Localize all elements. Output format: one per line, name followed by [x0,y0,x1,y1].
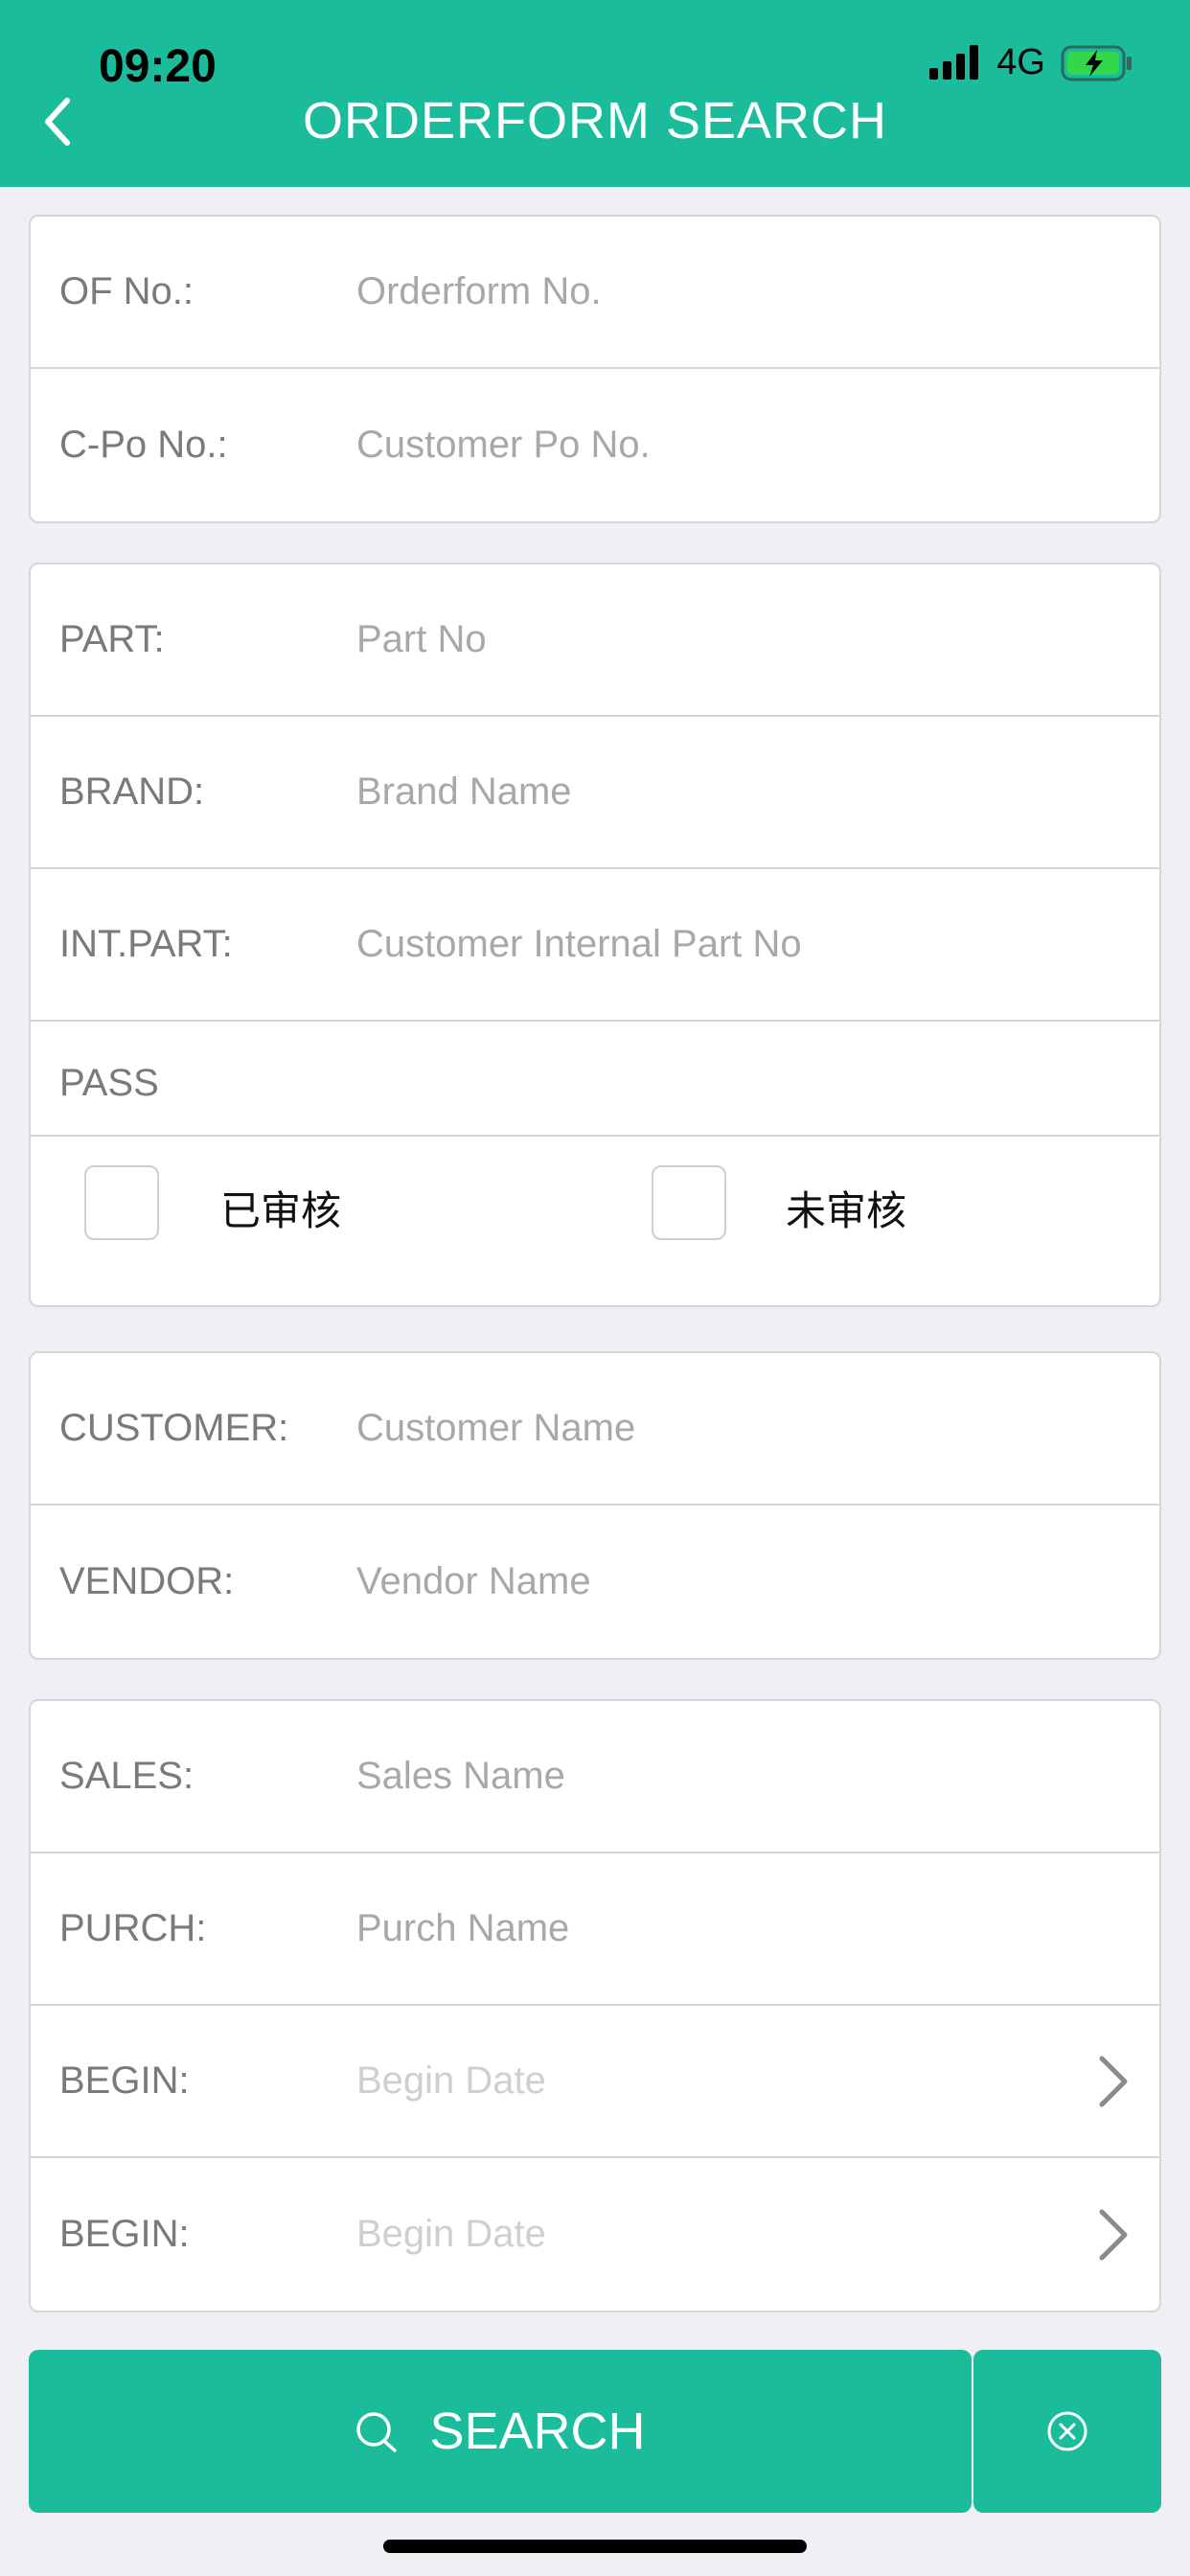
brand-input[interactable] [356,748,1085,836]
purch-input[interactable] [356,1885,1085,1972]
approved-label[interactable]: 已审核 [220,1179,341,1237]
begin-date-label-1: BEGIN: [59,2059,190,2102]
vendor-row: VENDOR: [31,1506,1159,1658]
part-input[interactable] [356,596,1085,683]
int-part-row: INT.PART: [31,869,1159,1022]
begin-date-label-2: BEGIN: [59,2213,190,2255]
status-indicators: 4G [929,41,1132,82]
begin-date-input-1[interactable] [356,2037,1085,2125]
search-icon [356,2412,398,2452]
cpo-no-row: C-Po No.: [31,369,1159,521]
of-no-row: OF No.: [31,217,1159,369]
search-button[interactable]: SEARCH [29,2350,972,2513]
of-no-label: OF No.: [59,270,195,312]
approved-checkbox[interactable] [84,1165,159,1240]
part-group: PART: BRAND: INT.PART: PASS 已审核 未审核 [29,563,1161,1307]
network-type: 4G [996,41,1045,82]
purch-label: PURCH: [59,1907,207,1949]
order-number-group: OF No.: C-Po No.: [29,215,1161,523]
begin-date-input-2[interactable] [356,2191,1085,2278]
pass-options: 已审核 未审核 [31,1137,1159,1305]
customer-input[interactable] [356,1385,1085,1472]
unapproved-checkbox[interactable] [652,1165,726,1240]
page-title: ORDERFORM SEARCH [302,92,888,150]
int-part-input[interactable] [356,901,1085,988]
pass-label: PASS [59,1062,159,1104]
part-row: PART: [31,564,1159,717]
staff-date-group: SALES: PURCH: BEGIN: BEGIN: [29,1699,1161,2312]
customer-label: CUSTOMER: [59,1407,289,1449]
int-part-label: INT.PART: [59,923,233,965]
pass-row: PASS [31,1022,1159,1137]
clear-button[interactable] [973,2350,1161,2513]
begin-date-row-1[interactable]: BEGIN: [31,2006,1159,2158]
purch-row: PURCH: [31,1853,1159,2006]
brand-row: BRAND: [31,717,1159,869]
battery-icon [1061,45,1132,81]
unapproved-label[interactable]: 未审核 [786,1179,906,1237]
nav-header: 09:20 4G ORDERFORM SEARCH [0,0,1190,187]
close-circle-icon [1047,2411,1087,2451]
chevron-right-icon[interactable] [1094,2053,1133,2110]
customer-row: CUSTOMER: [31,1353,1159,1506]
vendor-input[interactable] [356,1538,1085,1625]
sales-label: SALES: [59,1755,195,1797]
sales-input[interactable] [356,1733,1085,1820]
party-group: CUSTOMER: VENDOR: [29,1351,1161,1660]
begin-date-row-2[interactable]: BEGIN: [31,2158,1159,2311]
cpo-no-label: C-Po No.: [59,424,228,466]
home-indicator [383,2540,807,2553]
status-time: 09:20 [99,41,217,92]
of-no-input[interactable] [356,248,1085,335]
cpo-no-input[interactable] [356,402,1085,489]
part-label: PART: [59,618,165,660]
signal-icon [929,45,983,80]
vendor-label: VENDOR: [59,1560,235,1602]
sales-row: SALES: [31,1701,1159,1853]
brand-label: BRAND: [59,770,205,813]
search-button-label: SEARCH [429,2403,646,2460]
chevron-right-icon[interactable] [1094,2206,1133,2264]
